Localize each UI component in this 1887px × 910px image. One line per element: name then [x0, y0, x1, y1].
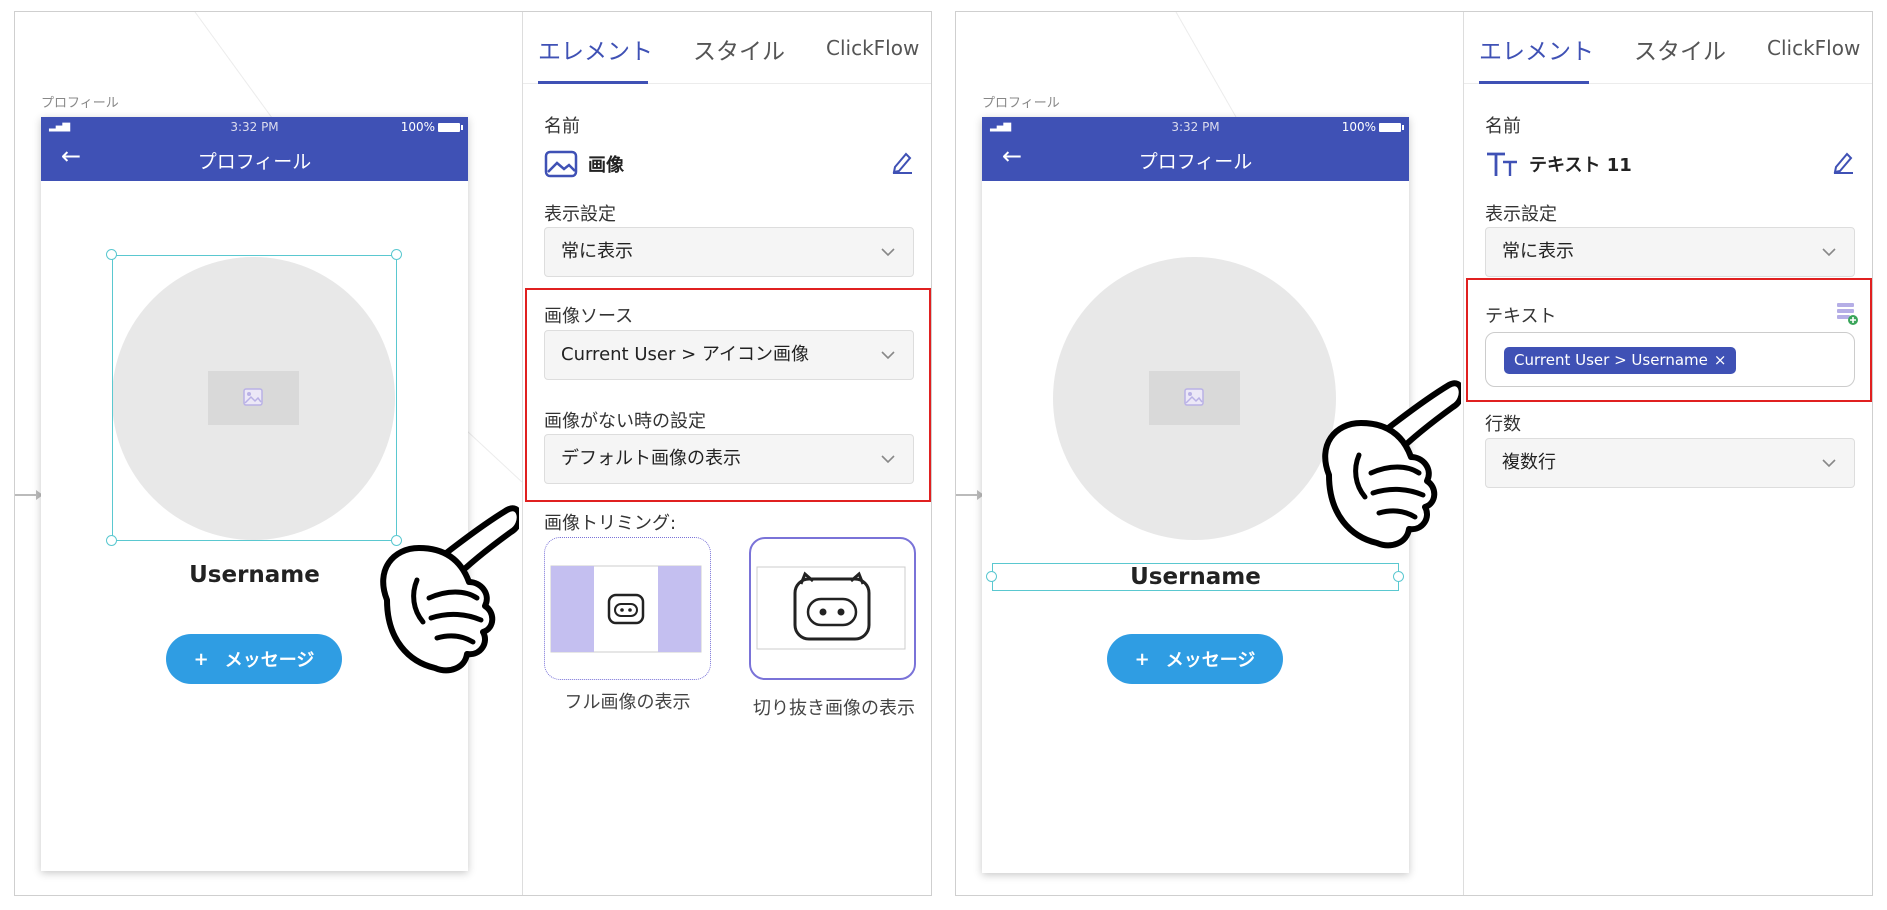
no-image-select[interactable]: デフォルト画像の表示: [544, 434, 914, 484]
battery-percent: 100%: [400, 120, 435, 134]
trim-option-crop[interactable]: [749, 537, 916, 680]
trim-crop-caption: 切り抜き画像の表示: [753, 698, 915, 719]
property-tabs: エレメント スタイル ClickFlow: [523, 12, 931, 84]
full-image-preview-icon: [550, 565, 702, 653]
element-name-value: 画像: [588, 155, 624, 176]
display-setting-select[interactable]: 常に表示: [544, 227, 914, 277]
tab-element[interactable]: エレメント: [538, 32, 653, 66]
message-button-label: メッセージ: [1165, 650, 1256, 671]
left-screenshot-panel: プロフィール ▂▄▆ 3:32 PM 100% ← プロフィール Usernam…: [14, 11, 932, 896]
chevron-down-icon: [881, 351, 895, 360]
binding-chip[interactable]: Current User > Username ×: [1504, 347, 1737, 374]
image-placeholder: [1149, 371, 1240, 425]
app-header: ▂▄▆ 3:32 PM 100% ← プロフィール: [41, 117, 468, 181]
display-setting-label: 表示設定: [1485, 204, 1557, 225]
lines-select[interactable]: 複数行: [1485, 438, 1855, 488]
image-source-select[interactable]: Current User > アイコン画像: [544, 330, 914, 380]
resize-handle-top-left[interactable]: [106, 249, 117, 260]
active-tab-indicator: [1479, 81, 1589, 84]
screen-name-label: プロフィール: [41, 96, 119, 111]
text-type-icon: [1487, 152, 1517, 176]
chip-close-icon[interactable]: ×: [1714, 347, 1727, 374]
tab-style[interactable]: スタイル: [1634, 32, 1726, 66]
flow-connector-arrow: [956, 490, 984, 500]
selection-outline: [112, 255, 397, 541]
battery-icon: [1379, 122, 1404, 132]
text-label: テキスト: [1485, 306, 1557, 327]
pointing-hand-icon: [380, 505, 519, 674]
lines-value: 複数行: [1502, 452, 1556, 473]
text-binding-field[interactable]: Current User > Username ×: [1485, 332, 1855, 387]
element-name: 画像: [544, 150, 624, 178]
tab-clickflow[interactable]: ClickFlow: [826, 36, 919, 60]
image-source-label: 画像ソース: [544, 306, 634, 327]
display-setting-value: 常に表示: [561, 241, 633, 262]
tab-element[interactable]: エレメント: [1479, 32, 1594, 66]
flow-connector-arrow: [15, 490, 43, 500]
name-label: 名前: [1485, 116, 1521, 137]
binding-chip-label: Current User > Username: [1514, 351, 1708, 369]
resize-handle-bottom-left[interactable]: [106, 535, 117, 546]
database-add-icon[interactable]: [1836, 302, 1858, 326]
message-button[interactable]: + メッセージ: [1107, 634, 1283, 684]
username-text[interactable]: Username: [982, 564, 1409, 590]
resize-handle-top-right[interactable]: [391, 249, 402, 260]
image-source-value: Current User > アイコン画像: [561, 344, 809, 365]
message-button[interactable]: + メッセージ: [166, 634, 342, 684]
no-image-label: 画像がない時の設定: [544, 411, 706, 432]
crop-image-preview-icon: [756, 566, 906, 650]
display-setting-select[interactable]: 常に表示: [1485, 227, 1855, 277]
header-title: プロフィール: [1138, 151, 1253, 173]
plus-icon: +: [193, 648, 209, 670]
tab-style[interactable]: スタイル: [693, 32, 785, 66]
image-icon: [1184, 388, 1204, 406]
chevron-down-icon: [881, 455, 895, 464]
properties-panel: エレメント スタイル ClickFlow 名前 画像 表示設定 常に表示 画像ソ…: [522, 12, 931, 895]
battery-icon: [438, 122, 463, 132]
property-tabs: エレメント スタイル ClickFlow: [1464, 12, 1872, 84]
image-type-icon: [544, 150, 578, 178]
edit-pencil-icon[interactable]: [1832, 150, 1854, 174]
app-header: ▂▄▆ 3:32 PM 100% ← プロフィール: [982, 117, 1409, 181]
chevron-down-icon: [1822, 459, 1836, 468]
active-tab-indicator: [538, 81, 648, 84]
element-name: テキスト 11: [1485, 150, 1632, 178]
plus-icon: +: [1134, 648, 1150, 670]
screen-name-label: プロフィール: [982, 96, 1060, 111]
element-name-value: テキスト 11: [1529, 155, 1632, 176]
message-button-label: メッセージ: [224, 650, 315, 671]
right-screenshot-panel: プロフィール ▂▄▆ 3:32 PM 100% ← プロフィール Usernam…: [955, 11, 1873, 896]
battery-percent: 100%: [1341, 120, 1376, 134]
no-image-value: デフォルト画像の表示: [561, 448, 741, 469]
image-trimming-label: 画像トリミング:: [544, 513, 677, 534]
pointing-hand-icon: [1322, 380, 1461, 549]
chevron-down-icon: [1822, 248, 1836, 257]
trim-option-full[interactable]: [544, 537, 711, 680]
trim-full-caption: フル画像の表示: [564, 692, 691, 713]
chevron-down-icon: [881, 248, 895, 257]
editor-canvas[interactable]: プロフィール ▂▄▆ 3:32 PM 100% ← プロフィール Usernam…: [15, 12, 522, 895]
status-battery: 100%: [1341, 120, 1404, 134]
lines-label: 行数: [1485, 414, 1521, 435]
properties-panel: エレメント スタイル ClickFlow 名前 テキスト 11 表示設定 常に表…: [1463, 12, 1872, 895]
edit-pencil-icon[interactable]: [891, 150, 913, 174]
name-label: 名前: [544, 116, 580, 137]
display-setting-value: 常に表示: [1502, 241, 1574, 262]
status-battery: 100%: [400, 120, 463, 134]
tab-clickflow[interactable]: ClickFlow: [1767, 36, 1860, 60]
display-setting-label: 表示設定: [544, 204, 616, 225]
avatar-image[interactable]: [1053, 257, 1336, 540]
header-title: プロフィール: [197, 151, 312, 173]
